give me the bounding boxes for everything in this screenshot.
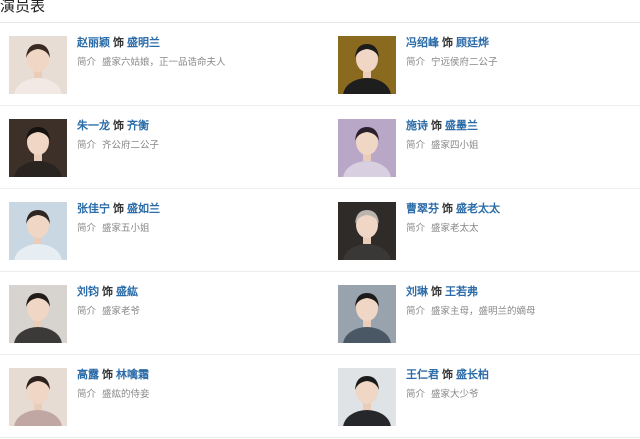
role-name-link[interactable]: 顾廷烨	[456, 36, 489, 49]
description-label: 简介	[406, 306, 426, 317]
description-line: 简介 宁远侯府二公子	[406, 56, 636, 69]
cast-member-card: 施诗饰盛墨兰 简介 盛家四小姐	[338, 119, 638, 179]
description-text: 盛家老太太	[431, 223, 479, 234]
description-label: 简介	[77, 57, 97, 68]
cast-member-card: 曹翠芬饰盛老太太 简介 盛家老太太	[338, 202, 638, 262]
as-text: 饰	[442, 368, 453, 381]
role-name-link[interactable]: 盛长柏	[456, 368, 489, 381]
cast-row: 高露饰林噙霜 简介 盛紘的侍妾 王仁君饰盛长柏 简介 盛家大少爷	[0, 355, 640, 438]
actor-photo[interactable]	[9, 368, 67, 426]
actor-name-link[interactable]: 刘钧	[77, 285, 99, 298]
description-text: 宁远侯府二公子	[431, 57, 498, 68]
name-line: 张佳宁饰盛如兰	[77, 202, 307, 216]
description-line: 简介 齐公府二公子	[77, 139, 307, 152]
description-label: 简介	[77, 306, 97, 317]
description-line: 简介 盛家大少爷	[406, 388, 636, 401]
description-line: 简介 盛家四小姐	[406, 139, 636, 152]
description-label: 简介	[77, 223, 97, 234]
cast-member-card: 刘钧饰盛紘简介 盛家老爷	[9, 285, 309, 345]
page-title: 演员表	[0, 0, 46, 15]
role-name-link[interactable]: 盛老太太	[456, 202, 500, 215]
name-line: 冯绍峰饰顾廷烨	[406, 36, 636, 50]
description-label: 简介	[406, 389, 426, 400]
cast-grid: 赵丽颖饰盛明兰 简介 盛家六姑娘，正一品诰命夫人 冯绍峰饰顾廷烨 简介 宁远侯府二公子 朱一…	[0, 23, 640, 438]
cast-member-card: 冯绍峰饰顾廷烨 简介 宁远侯府二公子	[338, 36, 638, 96]
cast-member-card: 高露饰林噙霜 简介 盛紘的侍妾	[9, 368, 309, 428]
description-text: 盛家五小姐	[102, 223, 150, 234]
actor-name-link[interactable]: 张佳宁	[77, 202, 110, 215]
name-line: 赵丽颖饰盛明兰	[77, 36, 307, 50]
actor-photo[interactable]	[9, 285, 67, 343]
cast-member-card: 赵丽颖饰盛明兰 简介 盛家六姑娘，正一品诰命夫人	[9, 36, 309, 96]
description-text: 盛紘的侍妾	[102, 389, 150, 400]
role-name-link[interactable]: 盛墨兰	[445, 119, 478, 132]
cast-member-card: 朱一龙饰齐衡 简介 齐公府二公子	[9, 119, 309, 179]
role-name-link[interactable]: 齐衡	[127, 119, 149, 132]
role-name-link[interactable]: 盛紘	[116, 285, 138, 298]
actor-name-link[interactable]: 朱一龙	[77, 119, 110, 132]
description-label: 简介	[406, 223, 426, 234]
cast-row: 赵丽颖饰盛明兰 简介 盛家六姑娘，正一品诰命夫人 冯绍峰饰顾廷烨 简介 宁远侯府二公子	[0, 23, 640, 106]
description-text: 盛家主母，盛明兰的嫡母	[431, 306, 536, 317]
description-label: 简介	[406, 140, 426, 151]
description-line: 简介 盛家老爷	[77, 305, 307, 318]
actor-name-link[interactable]: 曹翠芬	[406, 202, 439, 215]
description-text: 盛家四小姐	[431, 140, 479, 151]
cast-member-card: 刘琳饰王若弗 简介 盛家主母，盛明兰的嫡母	[338, 285, 638, 345]
description-line: 简介 盛家主母，盛明兰的嫡母	[406, 305, 636, 318]
cast-row: 朱一龙饰齐衡 简介 齐公府二公子 施诗饰盛墨兰 简介 盛家四小姐	[0, 106, 640, 189]
actor-photo[interactable]	[338, 285, 396, 343]
role-name-link[interactable]: 王若弗	[445, 285, 478, 298]
cast-list-header: 演员表	[0, 0, 640, 23]
as-text: 饰	[113, 119, 124, 132]
actor-photo[interactable]	[9, 202, 67, 260]
name-line: 朱一龙饰齐衡	[77, 119, 307, 133]
actor-name-link[interactable]: 王仁君	[406, 368, 439, 381]
role-name-link[interactable]: 盛如兰	[127, 202, 160, 215]
as-text: 饰	[113, 36, 124, 49]
name-line: 曹翠芬饰盛老太太	[406, 202, 636, 216]
description-text: 盛家六姑娘，正一品诰命夫人	[102, 57, 226, 68]
as-text: 饰	[442, 202, 453, 215]
cast-row: 刘钧饰盛紘 简介 盛家老爷 刘琳饰王若弗 简介 盛家主母，盛明兰的嫡母	[0, 272, 640, 355]
actor-name-link[interactable]: 冯绍峰	[406, 36, 439, 49]
actor-photo[interactable]	[338, 202, 396, 260]
description-label: 简介	[406, 57, 426, 68]
actor-photo[interactable]	[9, 119, 67, 177]
actor-photo[interactable]	[338, 368, 396, 426]
description-text: 盛家老爷	[102, 306, 141, 317]
actor-photo[interactable]	[338, 119, 396, 177]
cast-member-card: 张佳宁饰盛如兰 简介 盛家五小姐	[9, 202, 309, 262]
description-label: 简介	[77, 140, 97, 151]
as-text: 饰	[442, 36, 453, 49]
description-text: 盛家大少爷	[431, 389, 479, 400]
description-label: 简介	[77, 389, 97, 400]
cast-row: 张佳宁饰盛如兰 简介 盛家五小姐 曹翠芬饰盛老太太 简介 盛家老太太	[0, 189, 640, 272]
role-name-link[interactable]: 林噙霜	[116, 368, 149, 381]
actor-name-link[interactable]: 赵丽颖	[77, 36, 110, 49]
as-text: 饰	[113, 202, 124, 215]
description-line: 简介 盛家五小姐	[77, 222, 307, 235]
cast-member-card: 王仁君饰盛长柏 简介 盛家大少爷	[338, 368, 638, 428]
description-line: 简介 盛紘的侍妾	[77, 388, 307, 401]
actor-name-link[interactable]: 施诗	[406, 119, 428, 132]
as-text: 饰	[102, 368, 113, 381]
name-line: 刘钧饰盛紘	[77, 285, 307, 299]
actor-photo[interactable]	[338, 36, 396, 94]
description-line: 简介 盛家六姑娘，正一品诰命夫人	[77, 56, 307, 69]
actor-name-link[interactable]: 刘琳	[406, 285, 428, 298]
name-line: 高露饰林噙霜	[77, 368, 307, 382]
name-line: 王仁君饰盛长柏	[406, 368, 636, 382]
name-line: 施诗饰盛墨兰	[406, 119, 636, 133]
as-text: 饰	[102, 285, 113, 298]
name-line: 刘琳饰王若弗	[406, 285, 636, 299]
actor-photo[interactable]	[9, 36, 67, 94]
description-line: 简介 盛家老太太	[406, 222, 636, 235]
as-text: 饰	[431, 119, 442, 132]
role-name-link[interactable]: 盛明兰	[127, 36, 160, 49]
as-text: 饰	[431, 285, 442, 298]
actor-name-link[interactable]: 高露	[77, 368, 99, 381]
description-text: 齐公府二公子	[102, 140, 160, 151]
